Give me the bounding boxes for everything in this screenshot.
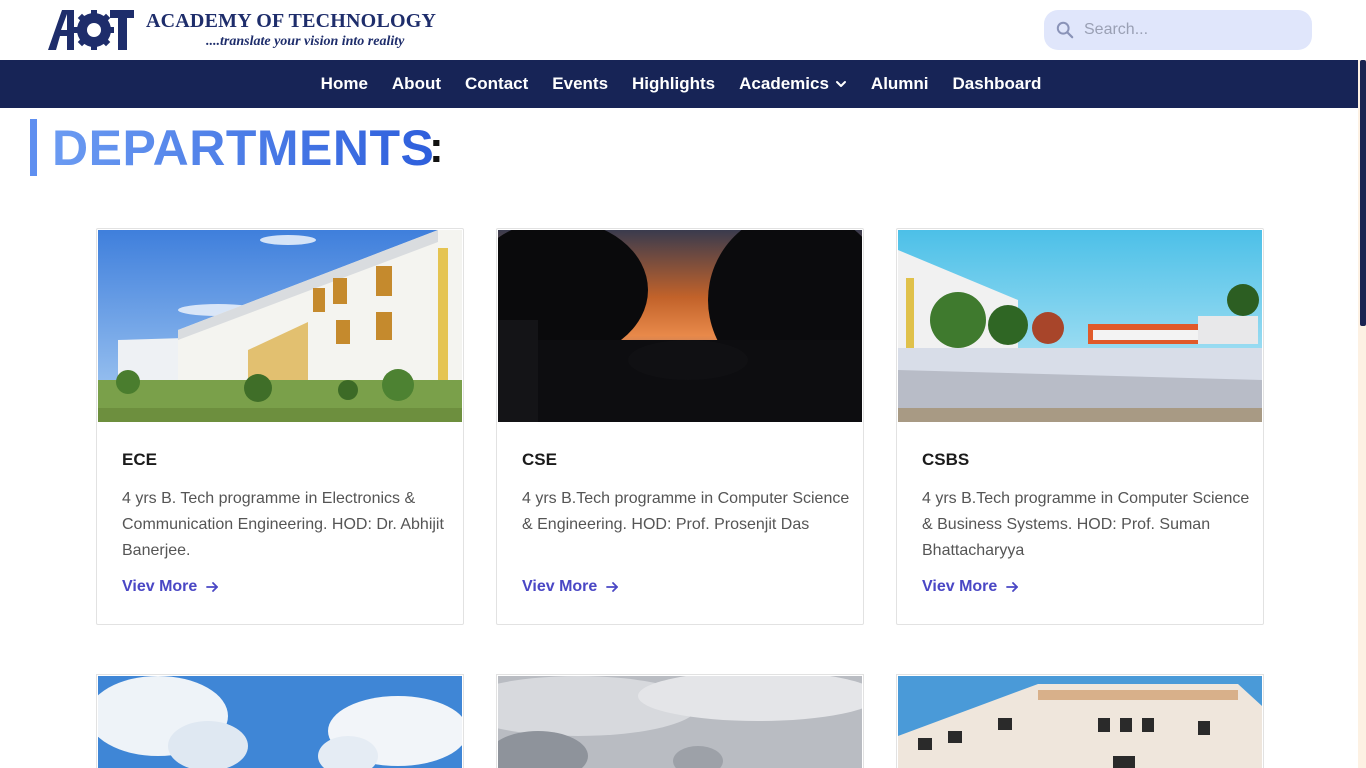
department-name: ECE <box>122 450 157 469</box>
nav-highlights[interactable]: Highlights <box>632 74 715 94</box>
view-more-link-cse[interactable]: Viev More <box>522 578 619 596</box>
cloudy-sky-image <box>98 676 462 768</box>
department-name: CSBS <box>922 450 970 469</box>
chevron-down-icon <box>835 81 846 87</box>
view-more-label: Viev More <box>522 578 598 595</box>
department-name: CSE <box>522 450 557 469</box>
section-title-colon: : <box>429 123 444 172</box>
brand-tagline: ....translate your vision into reality <box>206 34 405 49</box>
page-scrollbar-thumb[interactable] <box>1360 60 1366 326</box>
department-card-row2-2 <box>496 674 864 768</box>
nav-alumni[interactable]: Alumni <box>871 74 929 94</box>
department-description: 4 yrs B.Tech programme in Computer Scien… <box>522 490 850 533</box>
heading-accent-bar <box>30 119 37 176</box>
view-more-label: Viev More <box>922 578 998 595</box>
department-card-csbs: CSBS 4 yrs B.Tech programme in Computer … <box>896 228 1264 625</box>
nav-home[interactable]: Home <box>321 74 368 94</box>
overcast-sky-image <box>498 676 862 768</box>
cse-sunset-image <box>498 230 862 422</box>
csbs-campus-image <box>898 230 1262 422</box>
nav-about[interactable]: About <box>392 74 441 94</box>
department-card-row2-3 <box>896 674 1264 768</box>
department-description: 4 yrs B. Tech programme in Electronics &… <box>122 490 444 559</box>
nav-dashboard[interactable]: Dashboard <box>953 74 1042 94</box>
search-icon <box>1056 21 1074 39</box>
view-more-link-ece[interactable]: Viev More <box>122 578 219 596</box>
main-navbar: Home About Contact Events Highlights Aca… <box>0 60 1358 108</box>
arrow-right-icon <box>1006 582 1019 592</box>
building-facade-image <box>898 676 1262 768</box>
brand-name: ACADEMY OF TECHNOLOGY <box>146 10 437 32</box>
search-input[interactable] <box>1084 10 1304 50</box>
aot-logo[interactable] <box>48 10 134 50</box>
department-card-ece: ECE 4 yrs B. Tech programme in Electroni… <box>96 228 464 625</box>
nav-list: Home About Contact Events Highlights Aca… <box>0 60 1358 108</box>
section-title: DEPARTMENTS <box>52 120 435 176</box>
nav-events[interactable]: Events <box>552 74 608 94</box>
department-card-row2-1 <box>96 674 464 768</box>
nav-academics-label: Academics <box>739 74 829 93</box>
nav-academics[interactable]: Academics <box>739 74 847 94</box>
department-description: 4 yrs B.Tech programme in Computer Scien… <box>922 490 1250 559</box>
nav-contact[interactable]: Contact <box>465 74 528 94</box>
top-header: ACADEMY OF TECHNOLOGY ....translate your… <box>0 0 1366 60</box>
department-card-cse: CSE 4 yrs B.Tech programme in Computer S… <box>496 228 864 625</box>
search-box[interactable] <box>1044 10 1312 50</box>
arrow-right-icon <box>206 582 219 592</box>
view-more-label: Viev More <box>122 578 198 595</box>
arrow-right-icon <box>606 582 619 592</box>
view-more-link-csbs[interactable]: Viev More <box>922 578 1019 596</box>
ece-building-image <box>98 230 462 422</box>
